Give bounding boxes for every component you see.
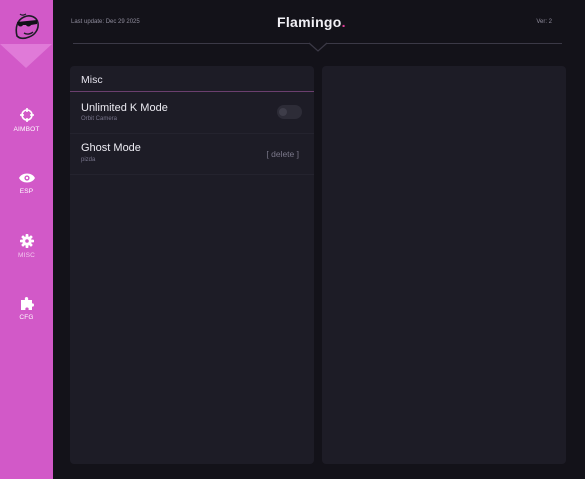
setting-row-ghost-mode: Ghost Mode pizda [ delete ] bbox=[70, 134, 314, 175]
brand-dot: . bbox=[341, 14, 346, 30]
brand-title: Flamingo. bbox=[277, 14, 346, 30]
version-text: Ver: 2 bbox=[536, 19, 552, 25]
chevron-down-icon bbox=[308, 42, 328, 52]
sidebar-item-cfg[interactable]: CFG bbox=[0, 296, 53, 321]
setting-subtitle: Orbit Camera bbox=[81, 116, 118, 122]
sidebar-item-label: MISC bbox=[17, 252, 36, 259]
brand-name: Flamingo bbox=[277, 14, 342, 30]
setting-title: Ghost Mode bbox=[81, 142, 141, 154]
misc-panel: Misc Unlimited K Mode Orbit Camera Ghost… bbox=[70, 66, 314, 464]
setting-title: Unlimited K Mode bbox=[81, 102, 168, 114]
setting-row-unlimited-k-mode: Unlimited K Mode Orbit Camera bbox=[70, 93, 314, 134]
last-update-text: Last update: Dec 29 2025 bbox=[71, 19, 140, 25]
crosshair-icon bbox=[19, 108, 34, 122]
sidebar: AIMBOT ESP MISC CFG bbox=[0, 0, 53, 479]
top-bar: Last update: Dec 29 2025 Flamingo. Ver: … bbox=[53, 0, 585, 44]
sidebar-item-label: ESP bbox=[19, 188, 34, 195]
flamingo-sunglasses-logo-icon bbox=[14, 13, 39, 40]
sidebar-item-misc[interactable]: MISC bbox=[0, 234, 53, 259]
right-panel bbox=[322, 66, 566, 464]
setting-subtitle: pizda bbox=[81, 157, 96, 163]
eye-icon bbox=[18, 173, 35, 183]
toggle-knob bbox=[279, 108, 287, 116]
sidebar-item-label: CFG bbox=[19, 314, 34, 321]
sidebar-item-label: AIMBOT bbox=[13, 126, 40, 133]
sidebar-item-esp[interactable]: ESP bbox=[0, 172, 53, 195]
sidebar-item-aimbot[interactable]: AIMBOT bbox=[0, 108, 53, 133]
delete-link[interactable]: [ delete ] bbox=[266, 149, 299, 159]
panel-title-underline bbox=[70, 91, 314, 92]
logo bbox=[0, 0, 53, 70]
puzzle-icon bbox=[20, 297, 34, 310]
gear-icon bbox=[19, 234, 34, 248]
panel-title: Misc bbox=[81, 74, 103, 86]
unlimited-k-mode-toggle[interactable] bbox=[277, 105, 302, 119]
